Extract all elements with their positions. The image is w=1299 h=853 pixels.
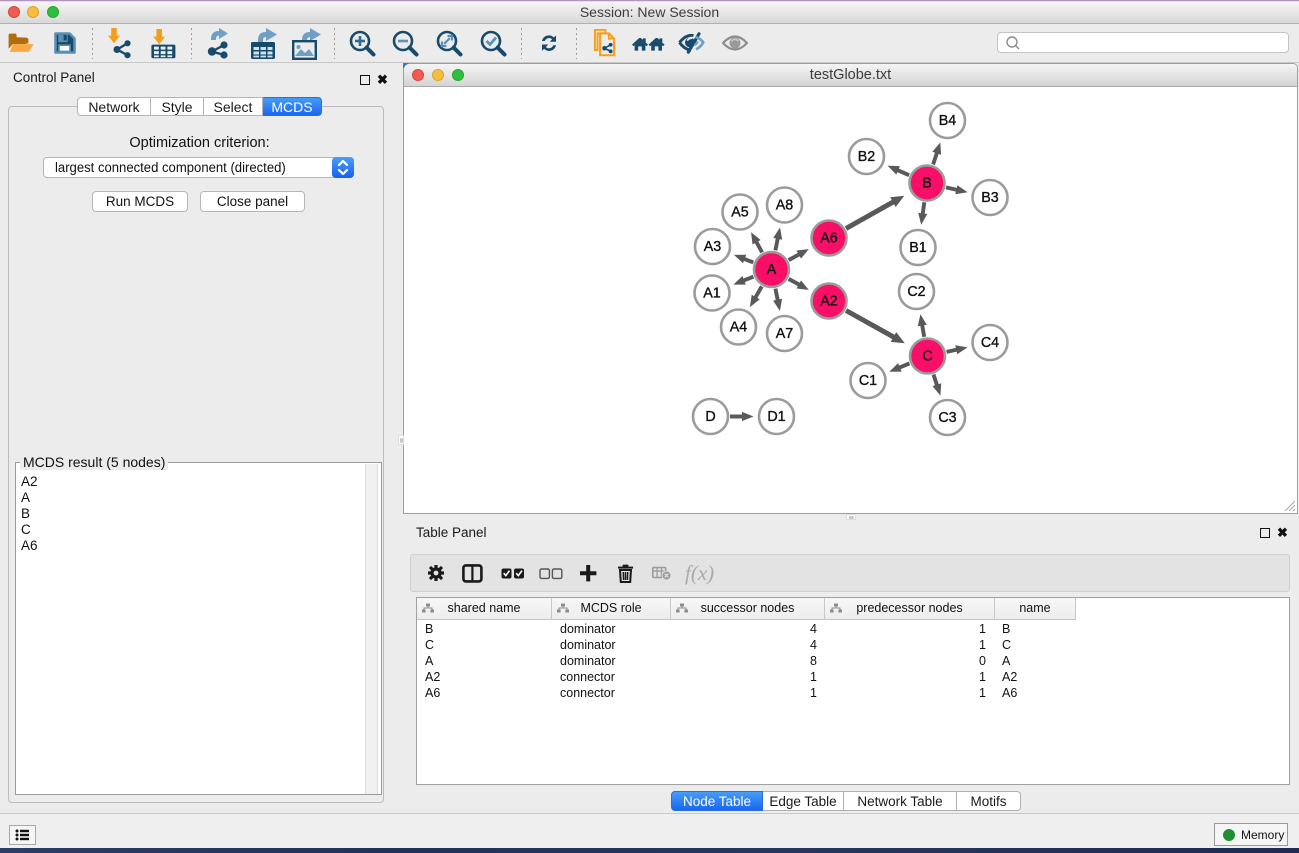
svg-text:B: B: [922, 176, 932, 192]
svg-text:A4: A4: [730, 320, 748, 336]
svg-text:A1: A1: [703, 286, 721, 302]
svg-text:A7: A7: [776, 326, 794, 342]
svg-text:C1: C1: [859, 373, 877, 389]
svg-text:A: A: [767, 262, 777, 278]
svg-text:B1: B1: [909, 240, 927, 256]
svg-text:A3: A3: [704, 239, 722, 255]
svg-text:C2: C2: [907, 284, 925, 300]
svg-text:B2: B2: [858, 149, 876, 165]
svg-text:A8: A8: [776, 198, 794, 214]
svg-text:C: C: [922, 349, 932, 365]
svg-text:B3: B3: [981, 190, 999, 206]
svg-text:D: D: [705, 409, 715, 425]
svg-text:A6: A6: [820, 231, 838, 247]
svg-text:C4: C4: [981, 335, 999, 351]
svg-text:D1: D1: [767, 409, 785, 425]
svg-text:A5: A5: [731, 205, 749, 221]
svg-text:C3: C3: [938, 410, 956, 426]
svg-text:A2: A2: [820, 294, 838, 310]
svg-text:B4: B4: [939, 113, 957, 129]
